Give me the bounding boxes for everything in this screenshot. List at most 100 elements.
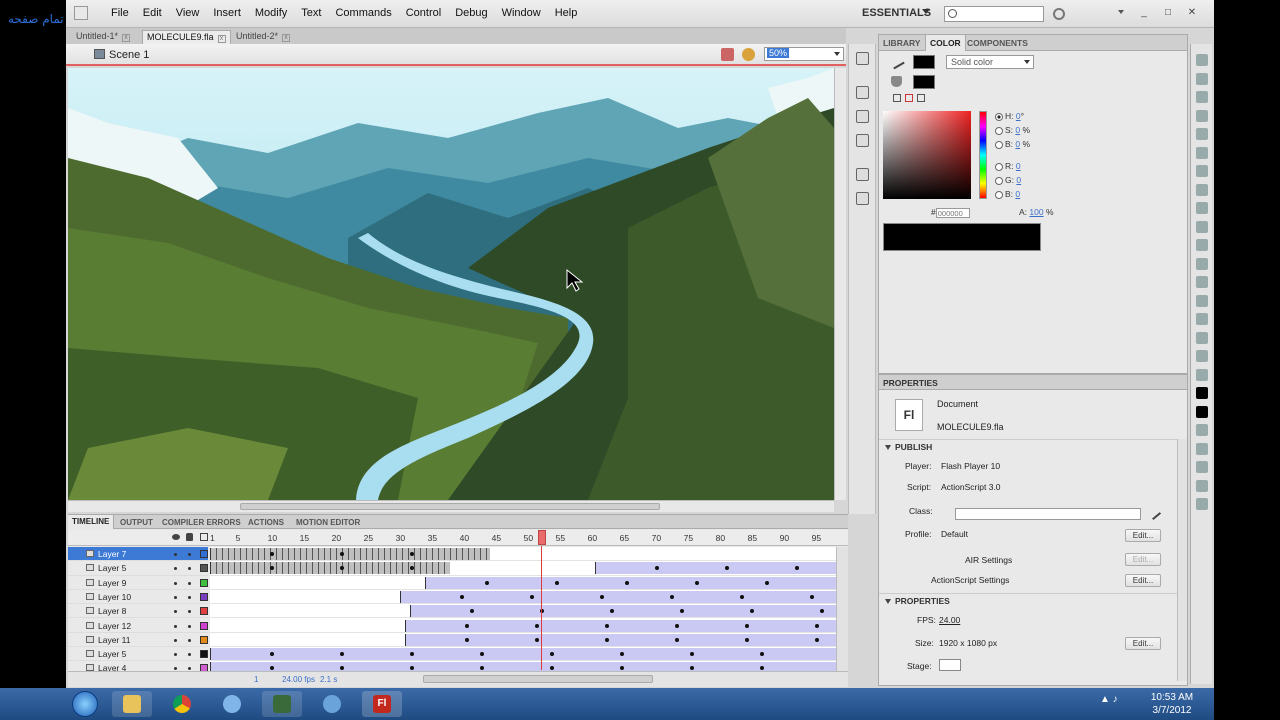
stage-color-swatch[interactable] — [939, 659, 961, 671]
lasso-tool-icon[interactable] — [1196, 128, 1208, 140]
no-color-icon[interactable] — [905, 94, 913, 102]
layer-toggle-dot[interactable] — [174, 581, 177, 585]
pen-tool-icon[interactable] — [1196, 146, 1208, 159]
keyframe[interactable] — [485, 580, 489, 585]
layer-row[interactable]: Layer 12 — [68, 619, 208, 633]
timeline-scrollbar[interactable] — [836, 547, 848, 671]
text-tool-icon[interactable] — [1196, 165, 1208, 177]
layer-row[interactable]: Layer 10 — [68, 590, 208, 605]
radio-r[interactable] — [995, 162, 1003, 171]
selection-tool-icon[interactable] — [1196, 54, 1208, 66]
eraser-tool-icon[interactable] — [1196, 331, 1208, 344]
eyedropper-tool-icon[interactable] — [1196, 313, 1208, 325]
minimize-button[interactable]: _ — [1134, 6, 1154, 20]
frame-row[interactable] — [210, 561, 836, 576]
3d-rotation-tool-icon[interactable] — [1196, 109, 1208, 122]
actionscript-settings-edit-button[interactable]: Edit... — [1125, 574, 1161, 587]
r-value[interactable]: 0 — [1016, 161, 1021, 171]
layer-outline-color[interactable] — [200, 650, 208, 659]
layer-toggle-dot[interactable] — [188, 553, 191, 556]
keyframe[interactable] — [695, 580, 699, 585]
tween-span[interactable] — [210, 562, 450, 575]
rectangle-tool-icon[interactable] — [1196, 202, 1208, 214]
layer-toggle-dot[interactable] — [174, 653, 177, 657]
align-panel-icon[interactable] — [856, 52, 869, 65]
tab-motion-editor[interactable]: MOTION EDITOR — [296, 518, 360, 527]
menu-help[interactable]: Help — [548, 7, 585, 19]
swap-colors-icon[interactable] — [917, 94, 925, 102]
keyframe[interactable] — [810, 594, 814, 599]
stroke-color-tool-icon[interactable] — [1196, 387, 1208, 399]
system-tray[interactable]: ▲ ♪ — [1100, 694, 1140, 714]
frame-row[interactable] — [210, 547, 836, 562]
radio-s[interactable] — [995, 126, 1003, 135]
layer-toggle-dot[interactable] — [188, 667, 191, 671]
menu-modify[interactable]: Modify — [248, 7, 294, 19]
scroll-thumb[interactable] — [240, 503, 660, 510]
properties-scrollbar[interactable] — [1177, 439, 1187, 681]
blue-value[interactable]: 0 — [1015, 189, 1020, 199]
frame-row[interactable] — [210, 661, 836, 671]
keyframe[interactable] — [605, 623, 609, 628]
layer-toggle-dot[interactable] — [174, 667, 177, 671]
layer-toggle-dot[interactable] — [188, 610, 191, 614]
frame-row[interactable] — [210, 576, 836, 590]
layer-toggle-dot[interactable] — [188, 567, 191, 571]
keyframe[interactable] — [745, 623, 749, 628]
layer-toggle-dot[interactable] — [174, 553, 177, 556]
keyframe[interactable] — [675, 637, 679, 642]
g-value[interactable]: 0 — [1016, 175, 1021, 185]
b-field[interactable]: B: 0 % — [995, 139, 1030, 149]
fps-value[interactable]: 24.00 — [939, 615, 960, 625]
tab-actions[interactable]: ACTIONS — [248, 518, 284, 527]
frame-grid[interactable] — [210, 547, 836, 671]
layer-outline-color[interactable] — [200, 592, 208, 601]
tab-molecule9[interactable]: MOLECULE9.fla x — [142, 30, 231, 44]
keyframe[interactable] — [535, 623, 539, 628]
keyframe[interactable] — [765, 580, 769, 585]
layer-outline-color[interactable] — [200, 621, 208, 630]
menu-control[interactable]: Control — [399, 7, 448, 19]
blue-field[interactable]: B: 0 — [995, 189, 1020, 199]
keyframe[interactable] — [745, 637, 749, 642]
keyframe[interactable] — [410, 552, 414, 556]
stage-vertical-scrollbar[interactable] — [834, 68, 846, 500]
itunes-taskbar-button[interactable] — [212, 691, 252, 717]
size-edit-button[interactable]: Edit... — [1125, 637, 1161, 650]
tab-color[interactable]: COLOR — [925, 35, 966, 51]
fill-color-tool-icon[interactable] — [1196, 405, 1208, 418]
keyframe[interactable] — [465, 637, 469, 642]
keyframe[interactable] — [600, 594, 604, 599]
clock[interactable]: 10:53 AM 3/7/2012 — [1142, 691, 1202, 717]
frame-row[interactable] — [210, 619, 836, 633]
layer-toggle-dot[interactable] — [188, 581, 191, 585]
playhead[interactable] — [538, 530, 546, 545]
keyframe[interactable] — [670, 594, 674, 599]
tween-span[interactable] — [405, 619, 836, 632]
tab-timeline[interactable]: TIMELINE — [68, 515, 115, 529]
g-field[interactable]: G: 0 — [995, 175, 1021, 185]
layer-outline-color[interactable] — [200, 564, 208, 573]
class-input[interactable] — [955, 508, 1141, 520]
h-field[interactable]: H: 0° — [995, 111, 1024, 121]
tween-span[interactable] — [210, 662, 836, 671]
flash-taskbar-button[interactable]: Fl — [362, 691, 402, 717]
close-button[interactable]: ✕ — [1182, 6, 1202, 20]
tab-untitled-2[interactable]: Untitled-2* x — [232, 30, 294, 44]
b-value[interactable]: 0 — [1015, 139, 1020, 149]
fill-color-swatch[interactable] — [913, 75, 935, 89]
stage-canvas[interactable] — [68, 68, 834, 500]
close-icon[interactable]: x — [217, 35, 226, 43]
color-type-select[interactable]: Solid color — [946, 55, 1034, 69]
close-icon[interactable]: x — [122, 34, 131, 42]
eye-icon[interactable] — [172, 534, 180, 540]
frame-row[interactable] — [210, 604, 836, 619]
hand-tool-icon[interactable] — [1196, 350, 1208, 362]
deco-tool-icon[interactable] — [1196, 257, 1208, 270]
frame-row[interactable] — [210, 647, 836, 662]
layer-toggle-dot[interactable] — [174, 595, 177, 599]
alpha-value[interactable]: 100 — [1029, 207, 1043, 217]
keyframe[interactable] — [625, 580, 629, 585]
snap-tool-icon[interactable] — [1196, 442, 1208, 455]
edit-symbols-icon[interactable] — [721, 48, 734, 61]
